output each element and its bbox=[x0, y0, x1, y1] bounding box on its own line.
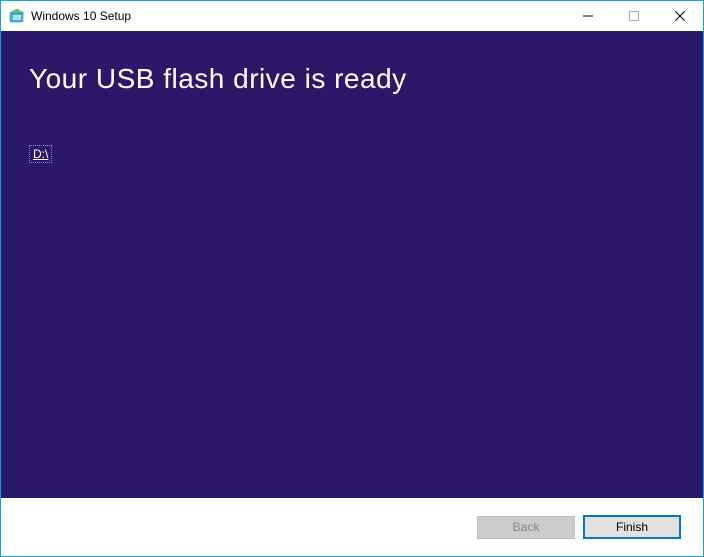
window-title: Windows 10 Setup bbox=[31, 9, 565, 23]
minimize-button[interactable] bbox=[565, 1, 611, 31]
app-icon bbox=[9, 8, 25, 24]
back-button: Back bbox=[477, 516, 575, 539]
drive-link[interactable]: D:\ bbox=[29, 145, 52, 163]
setup-window: Windows 10 Setup Your USB flash drive is… bbox=[0, 0, 704, 557]
content-area: Your USB flash drive is ready D:\ bbox=[1, 31, 703, 498]
close-button[interactable] bbox=[657, 1, 703, 31]
footer: Back Finish bbox=[1, 498, 703, 556]
maximize-button bbox=[611, 1, 657, 31]
titlebar: Windows 10 Setup bbox=[1, 1, 703, 31]
finish-button[interactable]: Finish bbox=[583, 515, 681, 539]
page-heading: Your USB flash drive is ready bbox=[29, 63, 675, 95]
window-controls bbox=[565, 1, 703, 31]
